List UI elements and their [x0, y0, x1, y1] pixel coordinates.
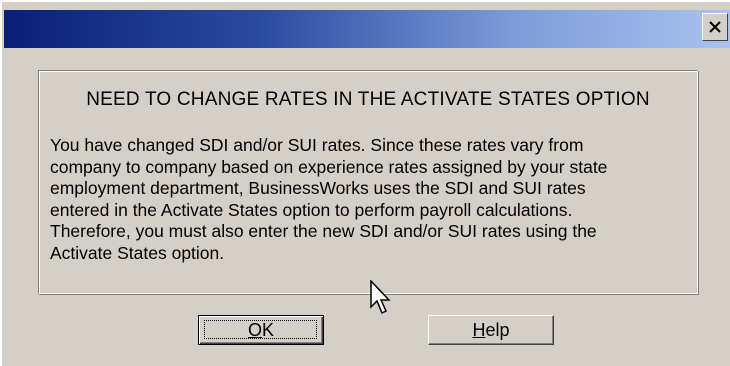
- message-line: company to company based on experience r…: [50, 156, 608, 177]
- dialog-heading: NEED TO CHANGE RATES IN THE ACTIVATE STA…: [86, 89, 650, 110]
- title-bar[interactable]: [4, 10, 730, 48]
- help-button[interactable]: Help: [428, 315, 554, 345]
- dialog-message: You have changed SDI and/or SUI rates. S…: [50, 135, 690, 264]
- help-label-rest: elp: [485, 319, 510, 340]
- help-button-label: Help: [472, 320, 509, 341]
- message-line: Activate States option.: [50, 242, 225, 263]
- dialog-window: NEED TO CHANGE RATES IN THE ACTIVATE STA…: [0, 0, 730, 366]
- help-mnemonic: H: [472, 319, 486, 340]
- close-icon: [709, 21, 721, 33]
- message-group-box: NEED TO CHANGE RATES IN THE ACTIVATE STA…: [38, 70, 698, 294]
- focus-rectangle: [204, 320, 317, 339]
- message-line: You have changed SDI and/or SUI rates. S…: [50, 135, 584, 155]
- message-line: employment department, BusinessWorks use…: [50, 178, 586, 198]
- mouse-pointer-icon: [370, 280, 391, 315]
- message-line: entered in the Activate States option to…: [50, 199, 573, 220]
- message-line: Therefore, you must also enter the new S…: [50, 221, 597, 241]
- close-button[interactable]: [702, 13, 728, 41]
- ok-button[interactable]: OK: [198, 315, 324, 345]
